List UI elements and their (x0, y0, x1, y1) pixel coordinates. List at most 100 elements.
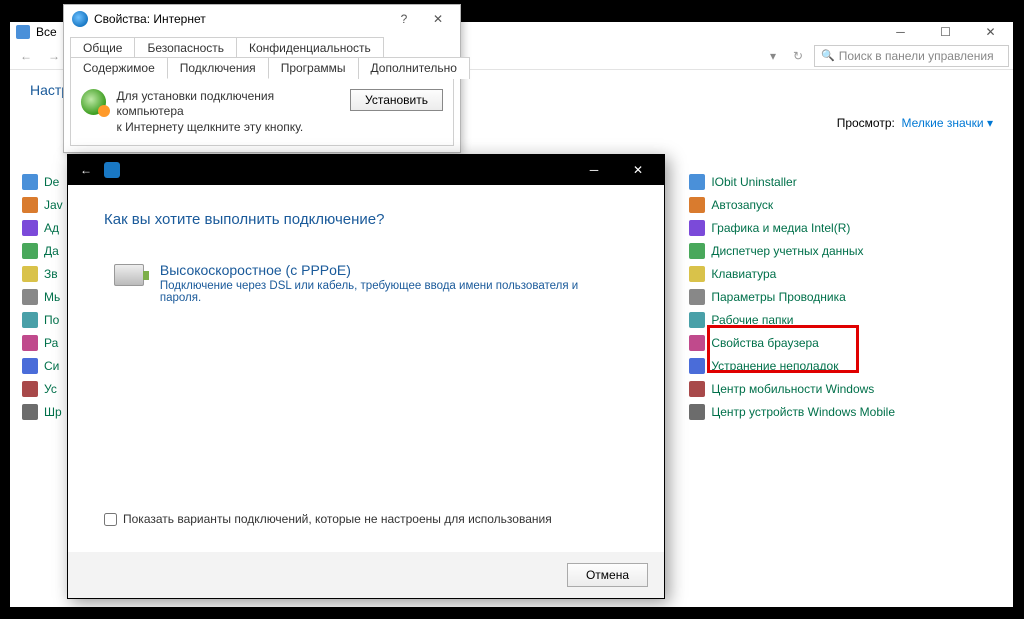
cp-item[interactable]: Центр мобильности Windows (689, 381, 993, 397)
item-label: Параметры Проводника (711, 290, 845, 304)
tab-конфиденциальность[interactable]: Конфиденциальность (236, 37, 384, 58)
setup-button[interactable]: Установить (350, 89, 443, 111)
item-icon (22, 404, 38, 420)
item-label: Графика и медиа Intel(R) (711, 221, 850, 235)
maximize-button[interactable]: ☐ (923, 22, 968, 42)
item-label: Мь (44, 290, 60, 304)
item-label: Jav (44, 198, 63, 212)
internet-icon (72, 11, 88, 27)
item-label: Рабочие папки (711, 313, 793, 327)
cp-item[interactable]: IObit Uninstaller (689, 174, 993, 190)
item-icon (689, 404, 705, 420)
item-icon (22, 381, 38, 397)
minimize-button[interactable]: ─ (572, 155, 616, 185)
option-pppoe[interactable]: Высокоскоростное (с PPPoE) Подключение ч… (104, 252, 628, 314)
dialog-body: Для установки подключения компьютера к И… (70, 78, 454, 146)
item-label: Автозапуск (711, 198, 773, 212)
cp-item[interactable]: Параметры Проводника (689, 289, 993, 305)
option-description: Подключение через DSL или кабель, требую… (160, 280, 618, 304)
cp-item[interactable]: Диспетчер учетных данных (689, 243, 993, 259)
close-button[interactable]: ✕ (616, 155, 660, 185)
connection-wizard-window: ← ─ ✕ Как вы хотите выполнить подключени… (67, 154, 665, 599)
view-mode: Просмотр: Мелкие значки ▾ (837, 116, 993, 130)
nav-back-icon[interactable]: ← (14, 44, 38, 68)
cp-item[interactable]: Клавиатура (689, 266, 993, 282)
dialog-titlebar: Свойства: Интернет ? ✕ (64, 5, 460, 33)
cancel-button[interactable]: Отмена (567, 563, 648, 587)
item-icon (22, 220, 38, 236)
control-panel-icon (16, 25, 30, 39)
tab-программы[interactable]: Программы (268, 57, 359, 79)
modem-icon (114, 264, 144, 286)
item-label: De (44, 175, 59, 189)
item-icon (689, 243, 705, 259)
item-label: Си (44, 359, 59, 373)
item-label: Устранение неполадок (711, 359, 838, 373)
item-icon (22, 243, 38, 259)
tab-общие[interactable]: Общие (70, 37, 135, 58)
item-label: Диспетчер учетных данных (711, 244, 863, 258)
option-title: Высокоскоростное (с PPPoE) (160, 262, 618, 278)
item-icon (689, 312, 705, 328)
item-icon (689, 335, 705, 351)
tab-дополнительно[interactable]: Дополнительно (358, 57, 470, 79)
close-button[interactable]: ✕ (968, 22, 1013, 42)
item-icon (22, 197, 38, 213)
minimize-button[interactable]: ─ (878, 22, 923, 42)
item-label: Ад (44, 221, 59, 235)
item-label: Центр мобильности Windows (711, 382, 874, 396)
refresh-icon[interactable]: ↻ (786, 44, 810, 68)
item-icon (22, 266, 38, 282)
setup-description: Для установки подключения компьютера к И… (116, 89, 340, 135)
view-mode-link[interactable]: Мелкие значки (902, 116, 984, 130)
checkbox-input[interactable] (104, 513, 117, 526)
tab-безопасность[interactable]: Безопасность (134, 37, 237, 58)
item-icon (22, 174, 38, 190)
item-label: Зв (44, 267, 58, 281)
search-input[interactable]: 🔍 Поиск в панели управления (814, 45, 1009, 67)
cp-item[interactable]: Устранение неполадок (689, 358, 993, 374)
search-placeholder: Поиск в панели управления (839, 49, 994, 63)
wizard-icon (104, 162, 120, 178)
item-label: По (44, 313, 59, 327)
item-label: Клавиатура (711, 267, 776, 281)
item-icon (22, 335, 38, 351)
wizard-heading: Как вы хотите выполнить подключение? (104, 211, 628, 228)
item-label: Да (44, 244, 59, 258)
item-icon (22, 312, 38, 328)
item-icon (689, 197, 705, 213)
checkbox-label: Показать варианты подключений, которые н… (123, 512, 552, 526)
item-icon (22, 358, 38, 374)
wizard-titlebar: ← ─ ✕ (68, 155, 664, 185)
tab-содержимое[interactable]: Содержимое (70, 57, 168, 79)
dialog-title: Свойства: Интернет (94, 12, 384, 26)
cp-item[interactable]: Автозапуск (689, 197, 993, 213)
item-icon (689, 266, 705, 282)
cp-item[interactable]: Свойства браузера (689, 335, 993, 351)
close-button[interactable]: ✕ (424, 8, 452, 30)
item-label: IObit Uninstaller (711, 175, 796, 189)
cp-item[interactable]: Центр устройств Windows Mobile (689, 404, 993, 420)
item-label: Шр (44, 405, 62, 419)
internet-properties-dialog: Свойства: Интернет ? ✕ ОбщиеБезопасность… (63, 4, 461, 153)
help-button[interactable]: ? (390, 8, 418, 30)
item-icon (22, 289, 38, 305)
item-icon (689, 174, 705, 190)
item-label: Ус (44, 382, 57, 396)
item-label: Ра (44, 336, 58, 350)
item-icon (689, 358, 705, 374)
show-unconfigured-checkbox[interactable]: Показать варианты подключений, которые н… (104, 512, 552, 526)
item-icon (689, 289, 705, 305)
item-icon (689, 381, 705, 397)
nav-dropdown-icon[interactable]: ▾ (764, 44, 782, 68)
wizard-footer: Отмена (68, 552, 664, 598)
control-panel-title: Все (36, 25, 57, 39)
tab-подключения[interactable]: Подключения (167, 57, 269, 79)
search-icon: 🔍 (821, 49, 835, 62)
item-label: Свойства браузера (711, 336, 819, 350)
cp-item[interactable]: Графика и медиа Intel(R) (689, 220, 993, 236)
wizard-back-icon[interactable]: ← (72, 156, 100, 184)
item-icon (689, 220, 705, 236)
cp-item[interactable]: Рабочие папки (689, 312, 993, 328)
globe-icon (81, 89, 106, 115)
